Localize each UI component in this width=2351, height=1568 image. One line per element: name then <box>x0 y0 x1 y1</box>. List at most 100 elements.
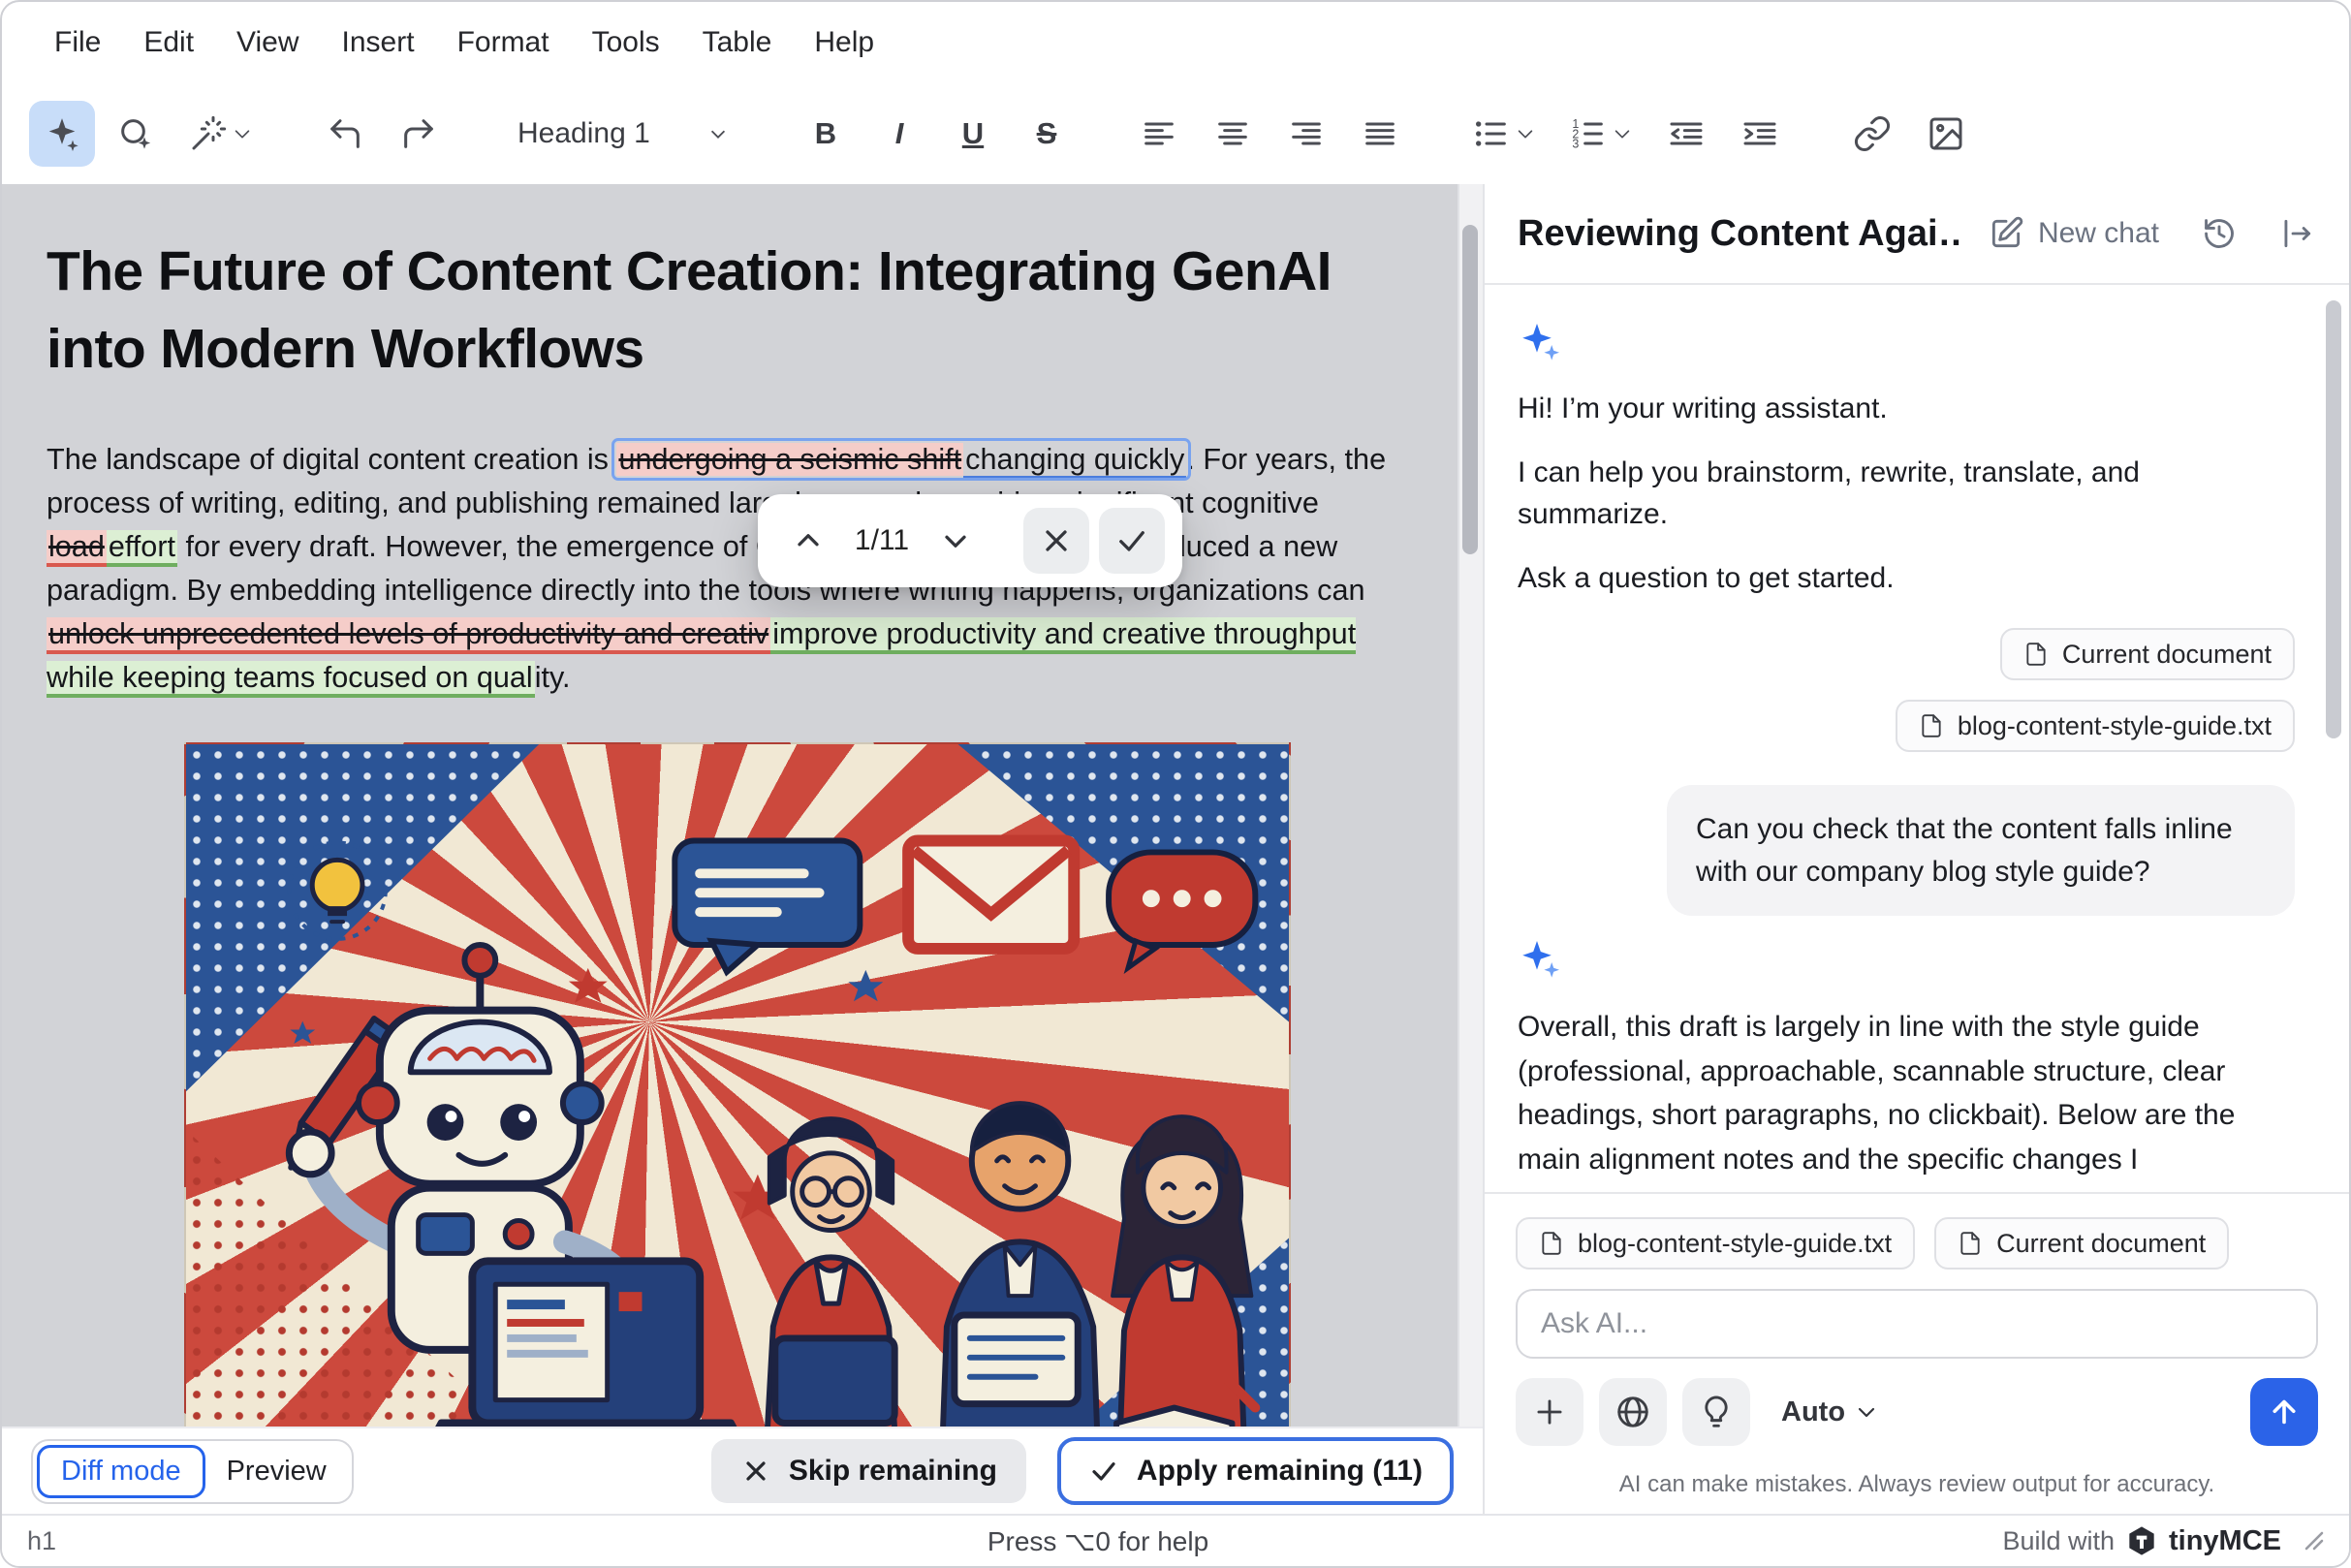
history-icon <box>2205 219 2234 248</box>
block-format-select[interactable]: Heading 1 <box>498 101 746 167</box>
undo-icon <box>330 119 360 148</box>
chat-body[interactable]: Hi! I’m your writing assistant. I can he… <box>1485 285 2349 1192</box>
menu-insert[interactable]: Insert <box>321 15 436 71</box>
align-justify-icon <box>1365 122 1395 145</box>
change-navigator: 1/11 <box>758 494 1182 587</box>
image-button[interactable] <box>1913 101 1979 167</box>
add-attachment-button[interactable] <box>1516 1378 1583 1446</box>
style-guide-file-chip[interactable]: blog-content-style-guide.txt <box>1895 700 2295 752</box>
model-select-label: Auto <box>1781 1396 1846 1427</box>
menu-format[interactable]: Format <box>436 15 571 71</box>
apply-remaining-button[interactable]: Apply remaining (11) <box>1056 1437 1454 1505</box>
ai-shortcuts-button[interactable] <box>103 101 169 167</box>
redo-button[interactable] <box>386 101 452 167</box>
arrow-up-icon <box>2273 1399 2296 1425</box>
chevron-down-icon <box>1858 1407 1875 1418</box>
element-path[interactable]: h1 <box>27 1526 260 1556</box>
align-right-button[interactable] <box>1273 101 1339 167</box>
check-icon <box>1092 1462 1115 1481</box>
numbered-list-button[interactable]: 123 <box>1556 101 1646 167</box>
ai-disclaimer: AI can make mistakes. Always review outp… <box>1618 1471 2215 1497</box>
indent-button[interactable] <box>1727 101 1793 167</box>
current-document-chip[interactable]: Current document <box>1999 628 2295 680</box>
web-search-button[interactable] <box>1599 1378 1667 1446</box>
menu-table[interactable]: Table <box>681 15 794 71</box>
new-chat-icon <box>1991 216 2023 248</box>
model-select[interactable]: Auto <box>1781 1396 1878 1428</box>
chat-history-button[interactable] <box>2186 201 2252 267</box>
send-button[interactable] <box>2250 1378 2318 1446</box>
chat-scrollbar-thumb[interactable] <box>2326 300 2341 738</box>
menu-file[interactable]: File <box>33 15 122 71</box>
new-chat-button[interactable]: New chat <box>1972 204 2175 264</box>
document-icon <box>1922 714 1941 737</box>
chevron-down-icon <box>945 535 966 548</box>
skip-remaining-button[interactable]: Skip remaining <box>710 1439 1026 1503</box>
menu-help[interactable]: Help <box>793 15 895 71</box>
composer-attachments: blog-content-style-guide.txt Current doc… <box>1516 1217 2318 1270</box>
chip-label: Current document <box>1996 1228 2207 1258</box>
document-icon <box>2026 643 2046 666</box>
align-center-button[interactable] <box>1200 101 1266 167</box>
reject-change-button[interactable] <box>1023 508 1089 574</box>
chip-label: blog-content-style-guide.txt <box>1957 710 2272 740</box>
ai-shortcuts-icon <box>121 119 151 149</box>
accept-change-button[interactable] <box>1099 508 1165 574</box>
chat-composer: blog-content-style-guide.txt Current doc… <box>1485 1192 2349 1514</box>
editor-scrollbar-thumb[interactable] <box>1462 225 1478 554</box>
style-guide-file-chip[interactable]: blog-content-style-guide.txt <box>1516 1217 1916 1270</box>
undo-button[interactable] <box>312 101 378 167</box>
outdent-icon <box>1670 122 1703 145</box>
user-message: Can you check that the content falls inl… <box>1667 785 2295 916</box>
editor-canvas[interactable]: The Future of Content Creation: Integrat… <box>2 184 1483 1427</box>
chevron-up-icon <box>798 534 819 547</box>
ai-rewrite-button[interactable] <box>176 101 266 167</box>
document-title[interactable]: The Future of Content Creation: Integrat… <box>47 233 1403 388</box>
collapse-panel-button[interactable] <box>2264 201 2330 267</box>
menu-tools[interactable]: Tools <box>571 15 681 71</box>
view-mode-toggle: Diff mode Preview <box>31 1438 354 1504</box>
menu-view[interactable]: View <box>215 15 320 71</box>
preview-button[interactable]: Preview <box>205 1448 348 1495</box>
italic-button[interactable]: I <box>866 101 932 167</box>
document-paragraph[interactable]: The landscape of digital content creatio… <box>47 438 1415 700</box>
align-left-button[interactable] <box>1126 101 1192 167</box>
chevron-down-icon <box>1614 130 1630 139</box>
document-image[interactable] <box>184 742 1291 1427</box>
help-shortcut-text: Press ⌥0 for help <box>987 1525 1209 1556</box>
bold-button[interactable]: B <box>793 101 859 167</box>
suggestions-button[interactable] <box>1682 1378 1750 1446</box>
insertion-2: effort <box>106 530 178 567</box>
brand-prefix: Build with <box>2002 1525 2115 1555</box>
ask-ai-input[interactable] <box>1516 1289 2318 1359</box>
resize-grip-icon[interactable] <box>2304 1531 2324 1551</box>
chip-label: blog-content-style-guide.txt <box>1578 1228 1893 1258</box>
para-text: The landscape of digital content creatio… <box>47 443 617 476</box>
align-justify-button[interactable] <box>1347 101 1413 167</box>
menu-edit[interactable]: Edit <box>122 15 215 71</box>
editor-scrollbar[interactable] <box>1458 184 1483 1427</box>
outdent-button[interactable] <box>1653 101 1719 167</box>
indent-icon <box>1743 122 1776 145</box>
chat-title: Reviewing Content Agai… <box>1518 212 1960 254</box>
brand-name[interactable]: tinyMCE <box>2169 1525 2281 1557</box>
link-button[interactable] <box>1839 101 1905 167</box>
assistant-reply: Overall, this draft is largely in line w… <box>1518 1011 2236 1176</box>
redo-icon <box>404 119 433 148</box>
document-icon <box>1960 1232 1980 1255</box>
active-change[interactable]: undergoing a seismic shift changing quick… <box>611 438 1192 481</box>
chevron-down-icon <box>710 130 726 139</box>
next-change-button[interactable] <box>923 508 988 574</box>
strikethrough-button[interactable]: S <box>1014 101 1080 167</box>
diff-mode-button[interactable]: Diff mode <box>37 1444 205 1498</box>
close-icon <box>746 1461 766 1481</box>
underline-button[interactable]: U <box>940 101 1006 167</box>
assistant-capabilities: I can help you brainstorm, rewrite, tran… <box>1518 455 2140 531</box>
ai-assistant-button[interactable] <box>29 101 95 167</box>
previous-change-button[interactable] <box>775 508 841 574</box>
bullet-list-button[interactable] <box>1459 101 1549 167</box>
check-icon <box>1119 531 1144 551</box>
link-icon <box>1854 115 1891 152</box>
chip-label: Current document <box>2061 639 2272 669</box>
current-document-chip[interactable]: Current document <box>1934 1217 2230 1270</box>
